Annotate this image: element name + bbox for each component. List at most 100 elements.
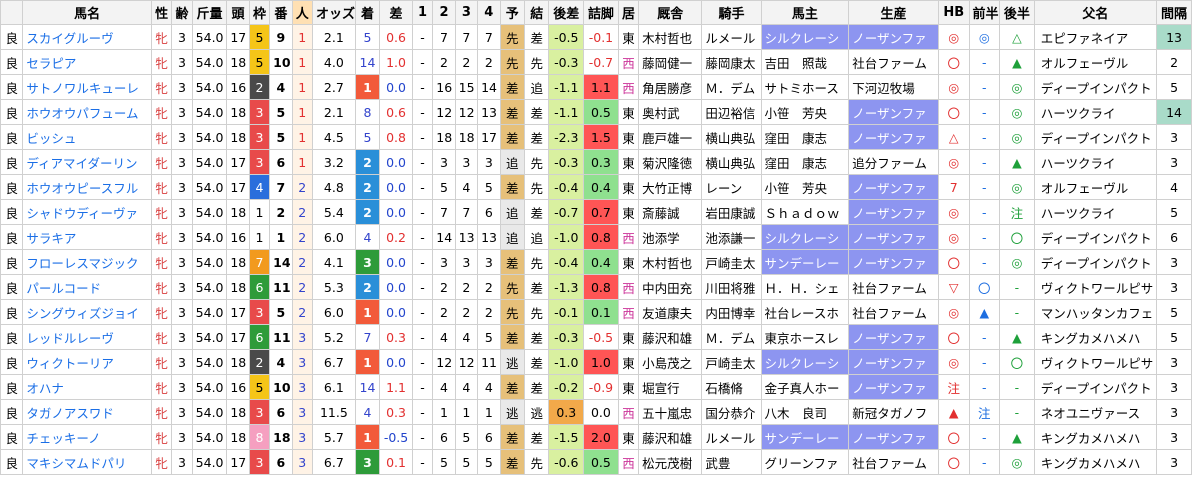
- popularity-cell: 1: [291, 49, 313, 75]
- column-header[interactable]: 枠: [248, 0, 271, 25]
- column-header[interactable]: 後半: [999, 0, 1035, 25]
- horse-name-link[interactable]: シャドウディーヴァ: [22, 199, 152, 225]
- age-cell: 3: [171, 399, 193, 425]
- column-header[interactable]: HB: [937, 0, 970, 25]
- sex-cell: 牝: [150, 149, 173, 175]
- corner1-cell: -: [411, 149, 434, 175]
- horse-number: 18: [269, 424, 293, 450]
- horse-name-link[interactable]: サトノワルキューレ: [22, 74, 152, 100]
- breeder-cell: 社台ファーム: [848, 274, 939, 300]
- table-row: 良チェッキーノ牝 3 54.0 18 8 18 3 5.7 1 -0.5-6 5 6 差差 -1.5 2.0…: [0, 424, 1192, 450]
- weight-cell: 54.0: [191, 124, 228, 150]
- column-header[interactable]: [0, 0, 24, 25]
- horse-number: 11: [269, 324, 293, 350]
- horse-name-link[interactable]: ディアマイダーリン: [22, 149, 152, 175]
- horse-name-link[interactable]: ウィクトーリア: [22, 349, 152, 375]
- after-diff-cell: -1.0: [548, 349, 585, 375]
- horse-name-link[interactable]: サラキア: [22, 224, 152, 250]
- track-condition: 良: [0, 74, 24, 100]
- column-header[interactable]: 齢: [171, 0, 193, 25]
- column-header[interactable]: 頭: [226, 0, 250, 25]
- owner-cell: 小笹 芳央: [760, 174, 850, 200]
- field-size-cell: 18: [226, 49, 250, 75]
- horse-name-link[interactable]: オハナ: [22, 374, 152, 400]
- stable-region: 東: [617, 249, 640, 275]
- column-header[interactable]: 着: [354, 0, 381, 25]
- track-condition: 良: [0, 399, 24, 425]
- closing-speed-cell: 1.0: [583, 349, 619, 375]
- horse-name-link[interactable]: シングウィズジョイ: [22, 299, 152, 325]
- breeder-cell: ノーザンファ: [848, 349, 939, 375]
- track-condition: 良: [0, 274, 24, 300]
- horse-name-link[interactable]: セラピア: [22, 49, 152, 75]
- corner4-cell: 5: [477, 449, 501, 475]
- age-cell: 3: [171, 149, 193, 175]
- horse-name-link[interactable]: ビッシュ: [22, 124, 152, 150]
- column-header[interactable]: 間隔: [1156, 0, 1192, 25]
- column-header[interactable]: 生産: [848, 0, 939, 25]
- table-row: 良ディアマイダーリン牝 3 54.0 17 3 6 1 3.2 2 0.0-3 3 3 追先 -0.3 0.…: [0, 149, 1192, 175]
- margin-cell: 0.3: [379, 324, 413, 350]
- column-header[interactable]: 騎手: [701, 0, 762, 25]
- popularity-cell: 1: [291, 74, 313, 100]
- column-header[interactable]: 2: [432, 0, 456, 25]
- style-prediction: 逃: [499, 349, 525, 375]
- horse-name-link[interactable]: レッドルレーヴ: [22, 324, 152, 350]
- column-header[interactable]: オッズ: [311, 0, 356, 25]
- table-row: 良ウィクトーリア牝 3 54.0 18 2 4 3 6.7 1 0.0-12 12 11 逃差 -1.0 1…: [0, 349, 1192, 375]
- column-header[interactable]: 厩舎: [638, 0, 703, 25]
- column-header[interactable]: 馬主: [760, 0, 850, 25]
- sex-cell: 牝: [150, 349, 173, 375]
- corner2-cell: 16: [432, 74, 456, 100]
- column-header[interactable]: 性: [150, 0, 173, 25]
- sex-cell: 牝: [150, 99, 173, 125]
- corner2-cell: 4: [432, 324, 456, 350]
- sex-cell: 牝: [150, 249, 173, 275]
- column-header[interactable]: 馬名: [22, 0, 152, 25]
- horse-name-link[interactable]: タガノアスワド: [22, 399, 152, 425]
- column-header[interactable]: 後差: [548, 0, 585, 25]
- stable-region: 西: [617, 299, 640, 325]
- hb-mark: 注: [937, 374, 970, 400]
- gate-box: 2: [248, 349, 271, 375]
- after-diff-cell: -1.1: [548, 99, 585, 125]
- column-header[interactable]: 詰脚: [583, 0, 619, 25]
- second-half-mark: ◎: [999, 249, 1035, 275]
- column-header[interactable]: 結: [523, 0, 550, 25]
- closing-speed-cell: 0.8: [583, 224, 619, 250]
- horse-name-link[interactable]: フローレスマジック: [22, 249, 152, 275]
- column-header[interactable]: 番: [269, 0, 293, 25]
- column-header[interactable]: 父名: [1033, 0, 1158, 25]
- finish-cell: 2: [354, 199, 381, 225]
- column-header[interactable]: 前半: [968, 0, 1001, 25]
- odds-cell: 4.5: [311, 124, 356, 150]
- column-header[interactable]: 1: [411, 0, 434, 25]
- style-result: 先: [523, 249, 550, 275]
- second-half-mark: -: [999, 274, 1035, 300]
- horse-name-link[interactable]: ホウオウパフューム: [22, 99, 152, 125]
- horse-name-link[interactable]: マキシマムドパリ: [22, 449, 152, 475]
- column-header[interactable]: 3: [454, 0, 479, 25]
- closing-speed-cell: -0.7: [583, 49, 619, 75]
- horse-name-link[interactable]: チェッキーノ: [22, 424, 152, 450]
- corner2-cell: 14: [432, 224, 456, 250]
- hb-mark: 〇: [937, 324, 970, 350]
- horse-name-link[interactable]: スカイグルーヴ: [22, 24, 152, 50]
- column-header[interactable]: 差: [379, 0, 413, 25]
- horse-name-link[interactable]: ホウオウピースフル: [22, 174, 152, 200]
- column-header[interactable]: 予: [499, 0, 525, 25]
- corner3-cell: 13: [454, 224, 479, 250]
- column-header[interactable]: 居: [617, 0, 640, 25]
- column-header[interactable]: 人: [291, 0, 313, 25]
- popularity-cell: 1: [291, 149, 313, 175]
- column-header[interactable]: 斤量: [191, 0, 228, 25]
- horse-name-link[interactable]: パールコード: [22, 274, 152, 300]
- table-row: 良ホウオウパフューム牝 3 54.0 18 3 5 1 2.1 8 0.6-12 12 13 差差 -1.…: [0, 99, 1192, 125]
- jockey-cell: 横山典弘: [701, 124, 762, 150]
- corner2-cell: 1: [432, 399, 456, 425]
- table-row: 良オハナ牝 3 54.0 16 5 10 3 6.1 14 1.1-4 4 4 差差 -0.2 -0.9 東堀…: [0, 374, 1192, 400]
- age-cell: 3: [171, 274, 193, 300]
- gate-box: 5: [248, 374, 271, 400]
- column-header[interactable]: 4: [477, 0, 501, 25]
- after-diff-cell: -0.1: [548, 299, 585, 325]
